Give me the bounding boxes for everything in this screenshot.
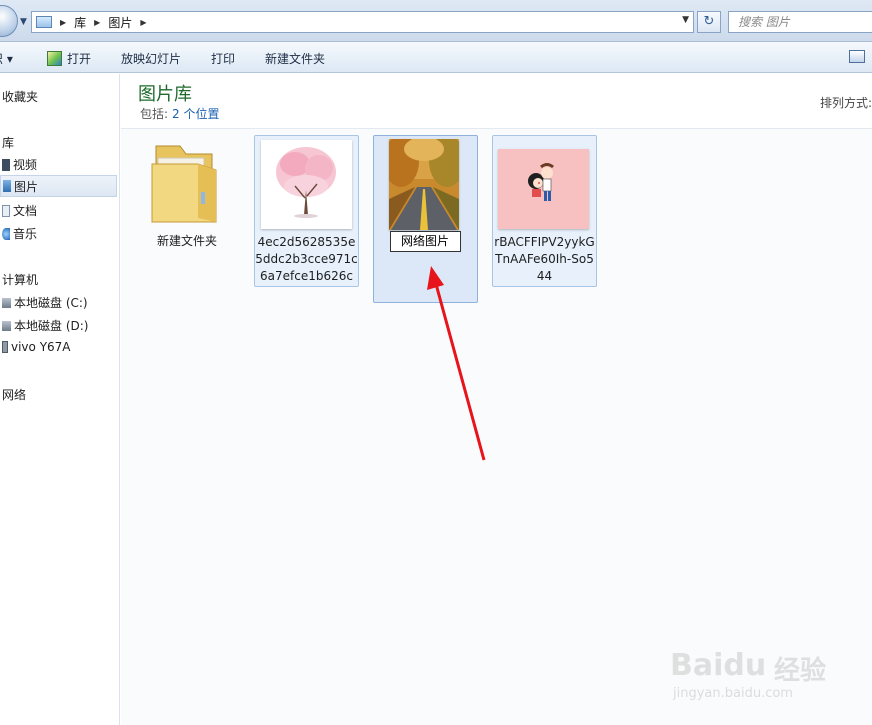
navigation-pane: 收藏夹 库 视频 图片 文档 音乐 计算机 本地磁盘 (C:) 本地磁盘 (D:…: [0, 74, 120, 725]
file-name: 4ec2d5628535e5ddc2b3cce971c6a7efce1b626c: [255, 235, 358, 283]
watermark-suffix: 经验: [774, 656, 827, 686]
watermark-brand: Baidu: [670, 648, 767, 683]
watermark-url: jingyan.baidu.com: [673, 686, 793, 701]
open-icon: [47, 51, 62, 66]
annotation-arrow-icon: [427, 266, 486, 461]
nav-item-label: vivo Y67A: [11, 340, 71, 354]
cartoon-couple-icon: [498, 149, 589, 229]
nav-computer[interactable]: 计算机: [2, 271, 38, 288]
file-tile-folder[interactable]: 新建文件夹: [135, 134, 239, 264]
print-button[interactable]: 打印: [211, 50, 235, 67]
music-icon: [2, 227, 10, 240]
nav-libraries[interactable]: 库: [2, 134, 14, 151]
drive-icon: [2, 297, 11, 308]
cherry-tree-icon: [261, 140, 352, 229]
nav-item-label: 图片: [14, 179, 39, 194]
command-bar: 织 ▾ 打开 放映幻灯片 打印 新建文件夹: [0, 42, 872, 73]
library-includes: 包括: 2 个位置: [140, 105, 220, 122]
nav-item-drive-d[interactable]: 本地磁盘 (D:): [2, 317, 88, 334]
breadcrumb-libraries[interactable]: 库: [74, 14, 86, 31]
nav-item-label: 文档: [13, 204, 38, 218]
file-name: rBACFFIPV2yykGTnAAFe60Ih-So544: [494, 235, 595, 283]
organize-button[interactable]: 织 ▾: [0, 50, 13, 67]
image-thumbnail: [261, 140, 352, 229]
library-header: 图片库 包括: 2 个位置 排列方式:: [121, 74, 872, 129]
nav-item-pictures[interactable]: 图片: [0, 175, 117, 197]
breadcrumb-pictures[interactable]: 图片: [108, 14, 132, 31]
rename-input[interactable]: 网络图片: [390, 231, 461, 252]
nav-item-label: 本地磁盘 (C:): [14, 296, 88, 310]
back-button[interactable]: [0, 5, 18, 37]
pictures-icon: [3, 180, 11, 192]
nav-item-label: 音乐: [13, 227, 38, 241]
file-name: 新建文件夹: [156, 234, 217, 248]
new-folder-button[interactable]: 新建文件夹: [265, 50, 325, 67]
nav-item-documents[interactable]: 文档: [2, 202, 37, 219]
open-button[interactable]: 打开: [47, 50, 91, 67]
includes-label: 包括:: [140, 107, 169, 121]
file-tile-cartoon[interactable]: rBACFFIPV2yykGTnAAFe60Ih-So544: [492, 135, 597, 287]
nav-network[interactable]: 网络: [2, 386, 26, 403]
locations-link[interactable]: 2 个位置: [172, 107, 219, 121]
nav-item-drive-c[interactable]: 本地磁盘 (C:): [2, 294, 88, 311]
file-list-pane: 图片库 包括: 2 个位置 排列方式: 新建文件夹 4ec2d5628535e5…: [121, 74, 872, 725]
drive-icon: [2, 320, 11, 331]
video-icon: [2, 158, 10, 171]
open-label: 打开: [67, 52, 92, 66]
address-dropdown-icon[interactable]: ▼: [682, 15, 689, 25]
nav-item-videos[interactable]: 视频: [2, 156, 37, 173]
nav-item-phone[interactable]: vivo Y67A: [2, 340, 71, 354]
file-tile-cherry[interactable]: 4ec2d5628535e5ddc2b3cce971c6a7efce1b626c: [254, 135, 359, 287]
nav-item-label: 本地磁盘 (D:): [14, 319, 89, 333]
search-input[interactable]: 搜索 图片: [728, 11, 872, 33]
image-thumbnail: [498, 149, 589, 229]
breadcrumb-separator-icon[interactable]: ▶: [94, 18, 100, 27]
refresh-button[interactable]: ↻: [697, 11, 721, 33]
folder-icon: [151, 145, 217, 223]
address-box[interactable]: ▶ 库 ▶ 图片 ▶ ▼: [31, 11, 694, 33]
page-title: 图片库: [138, 84, 192, 105]
change-view-icon[interactable]: [849, 50, 865, 63]
breadcrumb-separator-icon[interactable]: ▶: [60, 18, 66, 27]
image-thumbnail: [383, 135, 465, 230]
baidu-jingyan-watermark: Baidu 经验 jingyan.baidu.com: [670, 640, 860, 710]
nav-item-music[interactable]: 音乐: [2, 225, 37, 242]
breadcrumb-separator-icon[interactable]: ▶: [140, 18, 146, 27]
nav-item-label: 视频: [13, 158, 38, 172]
nav-favorites[interactable]: 收藏夹: [2, 88, 38, 105]
arrange-by-dropdown[interactable]: 排列方式:: [820, 94, 872, 111]
autumn-road-icon: [383, 135, 465, 230]
address-bar: ▼ ▶ 库 ▶ 图片 ▶ ▼ ↻ 搜索 图片: [0, 0, 872, 42]
phone-icon: [2, 341, 8, 353]
library-icon: [36, 16, 52, 28]
recent-pages-dropdown-icon[interactable]: ▼: [20, 17, 27, 27]
slideshow-button[interactable]: 放映幻灯片: [121, 50, 181, 67]
document-icon: [2, 204, 10, 217]
